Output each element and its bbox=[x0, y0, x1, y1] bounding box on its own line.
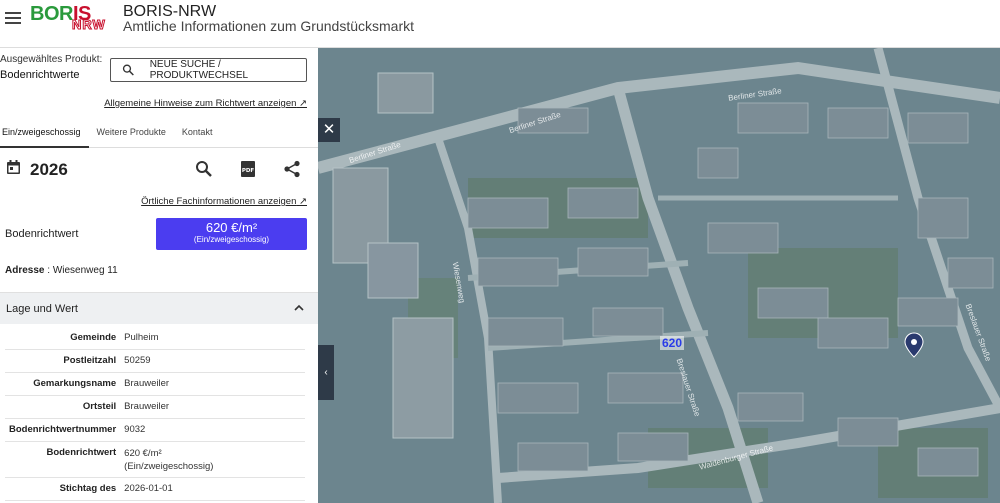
row-value-sub: (Ein/zweigeschossig) bbox=[124, 460, 214, 472]
map-brw-marker[interactable]: 620 bbox=[660, 336, 685, 350]
new-search-label: NEUE SUCHE / PRODUKTWECHSEL bbox=[149, 59, 249, 81]
app-subtitle: Amtliche Informationen zum Grundstücksma… bbox=[123, 18, 414, 34]
row-key: Gemeinde bbox=[5, 326, 121, 350]
brw-value-box: 620 €/m² (Ein/zweigeschossig) bbox=[156, 218, 307, 250]
share-icon[interactable] bbox=[283, 160, 301, 178]
row-key: Ortsteil bbox=[5, 395, 121, 419]
lage-section-title: Lage und Wert bbox=[6, 303, 78, 315]
row-key: Postleitzahl bbox=[5, 349, 121, 373]
table-row: Postleitzahl 50259 bbox=[5, 349, 305, 373]
svg-text:PDF: PDF bbox=[242, 168, 255, 174]
tab-ein-zweigeschossig[interactable]: Ein/zweigeschossig bbox=[0, 120, 89, 148]
tab-bar: Ein/zweigeschossig Weitere Produkte Kont… bbox=[0, 120, 318, 148]
pdf-icon[interactable]: PDF bbox=[239, 160, 257, 178]
year-label: 2026 bbox=[30, 160, 68, 179]
row-key: Bodenrichtwertnummer bbox=[5, 418, 121, 442]
app-header: BORIS NRW BORIS-NRW Amtliche Information… bbox=[0, 0, 1000, 48]
external-link-icon: ↗ bbox=[299, 196, 307, 207]
row-value: Pulheim bbox=[120, 326, 305, 350]
address: Adresse : Wiesenweg 11 bbox=[5, 265, 118, 276]
table-row: Bodenrichtwertnummer 9032 bbox=[5, 418, 305, 442]
chevron-up-icon bbox=[294, 304, 304, 311]
row-key: Gemarkungsname bbox=[5, 372, 121, 396]
menu-icon[interactable] bbox=[5, 12, 21, 26]
row-value: Brauweiler bbox=[120, 372, 305, 396]
search-icon bbox=[122, 64, 134, 76]
product-value: Bodenrichtwerte bbox=[0, 69, 80, 81]
close-icon[interactable]: ✕ bbox=[318, 118, 340, 142]
row-value: 9032 bbox=[120, 418, 305, 442]
brw-value: 620 €/m² bbox=[205, 220, 258, 235]
address-value: Wiesenweg 11 bbox=[52, 265, 118, 276]
row-key: Bodenrichtwert bbox=[5, 441, 121, 478]
table-row: Gemeinde Pulheim bbox=[5, 326, 305, 350]
row-value: Brauweiler bbox=[120, 395, 305, 419]
brw-label: Bodenrichtwert bbox=[5, 228, 79, 240]
boris-logo[interactable]: BORIS NRW bbox=[30, 3, 112, 33]
lage-section-header[interactable]: Lage und Wert bbox=[0, 292, 318, 324]
tab-kontakt[interactable]: Kontakt bbox=[174, 120, 221, 148]
general-hints-link[interactable]: Allgemeine Hinweise zum Richtwert anzeig… bbox=[104, 98, 307, 109]
row-value: 2026-01-01 bbox=[120, 477, 305, 501]
address-label: Adresse bbox=[5, 265, 45, 276]
row-key: Stichtag des bbox=[5, 477, 121, 501]
sidebar: Ausgewähltes Produkt: Bodenrichtwerte NE… bbox=[0, 48, 318, 503]
tab-weitere-produkte[interactable]: Weitere Produkte bbox=[89, 120, 174, 148]
row-value: 620 €/m² (Ein/zweigeschossig) bbox=[120, 441, 305, 478]
table-row: Stichtag des 2026-01-01 bbox=[5, 477, 305, 501]
new-search-button[interactable]: NEUE SUCHE / PRODUKTWECHSEL bbox=[110, 58, 307, 82]
table-row: Bodenrichtwert 620 €/m² (Ein/zweigeschossi… bbox=[5, 441, 305, 478]
chevron-left-icon[interactable]: ‹ bbox=[318, 345, 334, 400]
external-link-icon: ↗ bbox=[299, 98, 307, 109]
search-icon[interactable] bbox=[195, 160, 213, 178]
row-value-main: 620 €/m² bbox=[124, 447, 162, 459]
aerial-map[interactable]: Berliner Straße Berliner Straße Berliner… bbox=[318, 48, 1000, 503]
lage-table: Gemeinde Pulheim Postleitzahl 50259 Gemark… bbox=[5, 326, 305, 501]
table-row: Ortsteil Brauweiler bbox=[5, 395, 305, 419]
calendar-icon bbox=[7, 160, 20, 174]
product-label: Ausgewähltes Produkt: bbox=[0, 54, 103, 65]
brw-subtype: (Ein/zweigeschossig) bbox=[193, 235, 270, 244]
year-row: 2026 PDF bbox=[0, 152, 318, 184]
local-info-link[interactable]: Örtliche Fachinformationen anzeigen ↗ bbox=[141, 196, 307, 207]
row-value: 50259 bbox=[120, 349, 305, 373]
aerial-imagery bbox=[318, 48, 1000, 503]
local-info-text: Örtliche Fachinformationen anzeigen bbox=[141, 196, 297, 207]
table-row: Gemarkungsname Brauweiler bbox=[5, 372, 305, 396]
general-hints-text: Allgemeine Hinweise zum Richtwert anzeig… bbox=[104, 98, 297, 109]
